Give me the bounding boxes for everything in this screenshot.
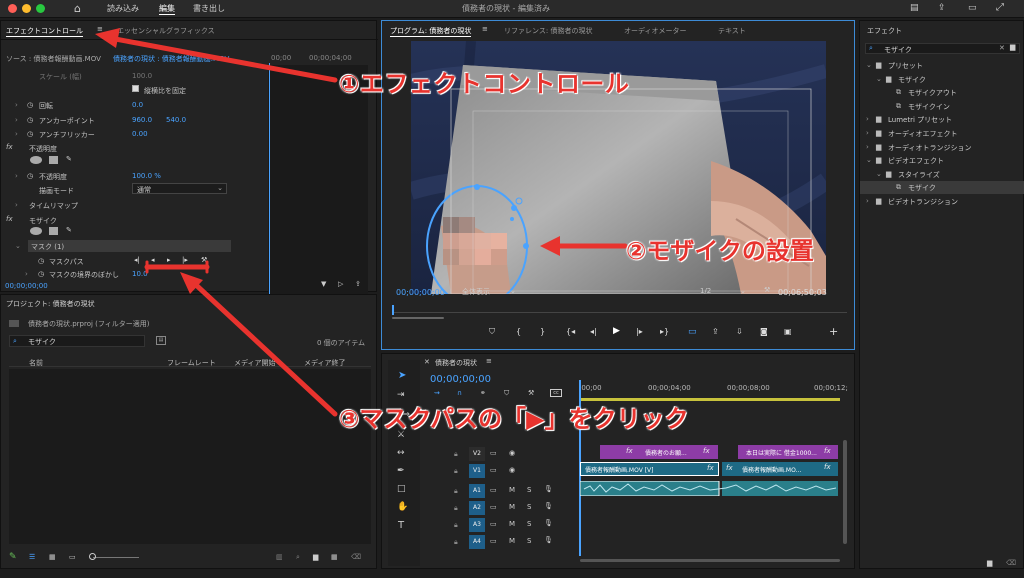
annotation-3: ③マスクパスの「▶」をクリック — [339, 405, 689, 433]
annotation-1: ①エフェクトコントロール — [339, 70, 630, 98]
annotation-2: ②モザイクの設置 — [626, 237, 814, 265]
